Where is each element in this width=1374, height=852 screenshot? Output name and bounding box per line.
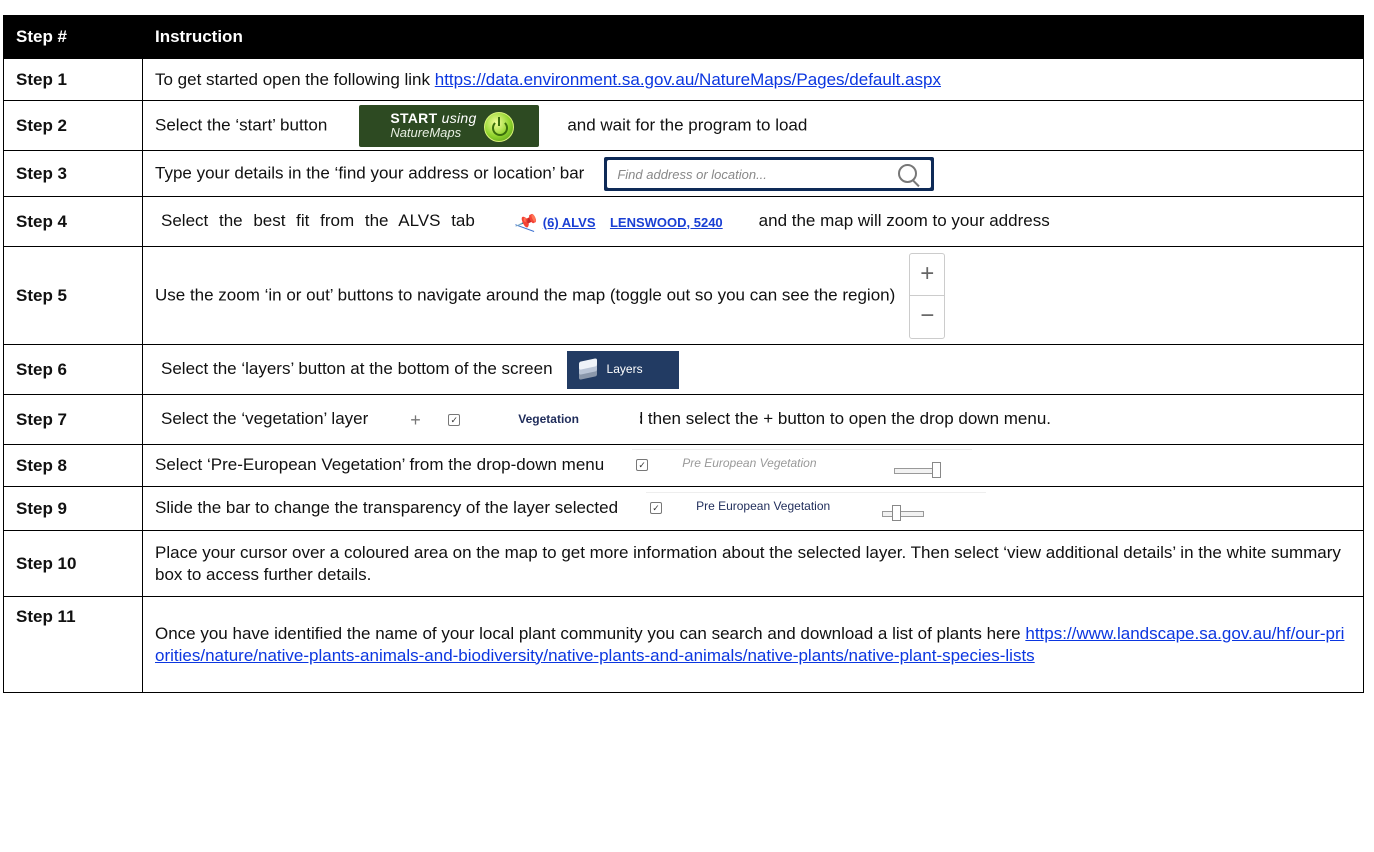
- layers-icon: [577, 357, 599, 380]
- table-row: Step 1 To get started open the following…: [3, 58, 1364, 101]
- step-instruction: Use the zoom ‘in or out’ buttons to navi…: [142, 246, 1364, 345]
- step-instruction: To get started open the following link h…: [142, 58, 1364, 101]
- table-row: Step 3 Type your details in the ‘find yo…: [3, 150, 1364, 197]
- step-label: Step 6: [3, 344, 143, 395]
- checkbox-checked-icon[interactable]: ✓: [636, 459, 649, 471]
- instruction-text: and wait for the program to load: [567, 114, 808, 134]
- table-row: Step 8 Select ‘Pre-European Vegetation’ …: [3, 444, 1364, 487]
- alvs-result[interactable]: 📌 (6) ALVS LENSWOOD, 5240: [514, 210, 723, 234]
- step-label: Step 8: [3, 444, 143, 487]
- header-step: Step #: [3, 15, 143, 59]
- search-icon[interactable]: [898, 163, 918, 183]
- table-row: Step 7 Select the ‘vegetation’ layer + ✓…: [3, 394, 1364, 445]
- alvs-tag[interactable]: (6) ALVS: [543, 215, 596, 230]
- transparency-slider[interactable]: [882, 511, 925, 517]
- zoom-out-button[interactable]: −: [910, 296, 944, 336]
- step-label: Step 10: [3, 530, 143, 597]
- alvs-address[interactable]: LENSWOOD, 5240: [610, 215, 723, 230]
- instruction-text: nd then select the + button to open the …: [624, 408, 1052, 428]
- table-row: Step 9 Slide the bar to change the trans…: [3, 486, 1364, 531]
- steps-table: Step # Instruction Step 1 To get started…: [3, 15, 1364, 693]
- expand-plus-icon[interactable]: +: [410, 410, 421, 431]
- vegetation-label: Vegetation: [518, 411, 579, 426]
- table-row: Step 5 Use the zoom ‘in or out’ buttons …: [3, 246, 1364, 345]
- instruction-text: To get started open the following link: [155, 69, 431, 89]
- step-instruction: Select the ‘layers’ button at the bottom…: [142, 344, 1364, 395]
- step-label: Step 7: [3, 394, 143, 445]
- step-instruction: Type your details in the ‘find your addr…: [142, 150, 1364, 197]
- pre-european-label: Pre European Vegetation: [696, 499, 831, 513]
- instruction-text: Once you have identified the name of you…: [155, 623, 1021, 643]
- pre-european-vegetation-item[interactable]: ✓ Pre European Vegetation: [646, 492, 987, 525]
- instruction-text: Slide the bar to change the transparency…: [155, 497, 619, 517]
- using-word: using: [441, 109, 477, 126]
- step-instruction: Select the best fit from the ALVS tab 📌 (6…: [142, 196, 1364, 247]
- header-row: Step # Instruction: [3, 15, 1364, 59]
- instruction-text: Place your cursor over a coloured area o…: [155, 542, 1341, 584]
- step-label: Step 4: [3, 196, 143, 247]
- layers-button[interactable]: Layers: [566, 350, 679, 389]
- slider-handle[interactable]: [892, 505, 902, 521]
- table-row: Step 11 Once you have identified the nam…: [3, 596, 1364, 693]
- step-label: Step 2: [3, 100, 143, 151]
- step-instruction: Slide the bar to change the transparency…: [142, 486, 1364, 531]
- slider-handle[interactable]: [932, 462, 942, 478]
- header-instruction: Instruction: [142, 15, 1364, 59]
- address-search-bar[interactable]: Find address or location...: [604, 156, 935, 191]
- step-label: Step 1: [3, 58, 143, 101]
- step-label: Step 3: [3, 150, 143, 197]
- zoom-control: + −: [909, 252, 946, 339]
- instruction-text: and the map will zoom to your address: [758, 211, 1050, 231]
- power-icon: [484, 111, 515, 142]
- step-instruction: Place your cursor over a coloured area o…: [142, 530, 1364, 597]
- vegetation-layer-item[interactable]: + ✓ Vegetation: [410, 399, 641, 440]
- instruction-text: Select the best fit from the ALVS tab: [161, 211, 475, 231]
- step-instruction: Select the ‘start’ button START using Na…: [142, 100, 1364, 151]
- instruction-text: Select ‘Pre-European Vegetation’ from th…: [155, 454, 605, 474]
- table-row: Step 6 Select the ‘layers’ button at the…: [3, 344, 1364, 395]
- step-instruction: Select ‘Pre-European Vegetation’ from th…: [142, 444, 1364, 487]
- step-instruction: Once you have identified the name of you…: [142, 596, 1364, 693]
- checkbox-checked-icon[interactable]: ✓: [650, 502, 663, 514]
- pin-icon: 📌: [514, 210, 539, 234]
- pre-european-label: Pre European Vegetation: [682, 456, 817, 470]
- search-placeholder: Find address or location...: [617, 166, 767, 182]
- checkbox-checked-icon[interactable]: ✓: [448, 413, 461, 426]
- zoom-in-button[interactable]: +: [910, 254, 945, 296]
- step-instruction: Select the ‘vegetation’ layer + ✓ Vegeta…: [142, 394, 1364, 445]
- step-label: Step 9: [3, 486, 143, 531]
- table-row: Step 4 Select the best fit from the ALVS…: [3, 196, 1364, 247]
- search-input[interactable]: Find address or location...: [607, 159, 932, 188]
- table-row: Step 2 Select the ‘start’ button START u…: [3, 100, 1364, 151]
- start-button-line1: START using: [390, 110, 476, 126]
- start-word: START: [390, 109, 438, 126]
- table-row: Step 10 Place your cursor over a coloure…: [3, 530, 1364, 597]
- naturemaps-link[interactable]: https://data.environment.sa.gov.au/Natur…: [435, 70, 941, 89]
- instruction-text: Type your details in the ‘find your addr…: [155, 162, 585, 182]
- start-button-line2: NatureMaps: [390, 124, 462, 140]
- step-label: Step 11: [3, 596, 143, 693]
- instruction-text: Use the zoom ‘in or out’ buttons to navi…: [155, 284, 896, 304]
- instruction-text: Select the ‘layers’ button at the bottom…: [161, 358, 553, 378]
- instruction-text: Select the ‘vegetation’ layer: [161, 408, 369, 428]
- instruction-text: Select the ‘start’ button: [155, 114, 328, 134]
- transparency-slider[interactable]: [894, 468, 937, 474]
- layers-label: Layers: [606, 361, 643, 376]
- start-naturemaps-button[interactable]: START using NatureMaps: [359, 104, 540, 147]
- pre-european-vegetation-item[interactable]: ✓ Pre European Vegetation: [632, 449, 973, 482]
- step-label: Step 5: [3, 246, 143, 345]
